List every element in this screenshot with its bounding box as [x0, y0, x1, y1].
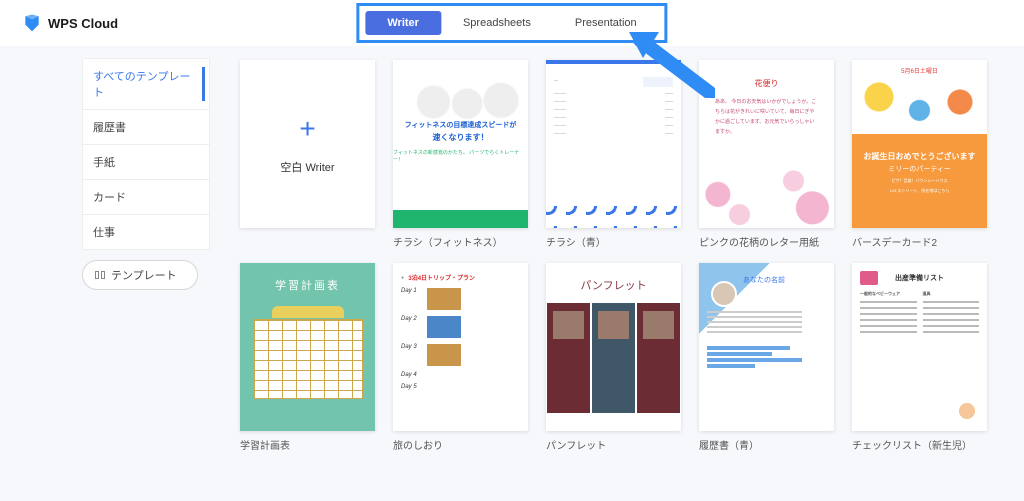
category-sidebar: すべてのテンプレート 履歴書 手紙 カード 仕事 テンプレート [0, 58, 210, 452]
template-caption: チラシ（青） [546, 228, 681, 249]
template-card-fitness: フィットネスの目標達成スピードが 速くなります！ フィットネスの新感覚のかたち。… [393, 60, 528, 249]
template-grid: + 空白 Writer フィットネスの目標達成スピードが 速くなります！ フィッ… [210, 58, 1024, 452]
thumb-text: 学習計画表 [275, 277, 340, 293]
doc-type-tabs: Writer Spreadsheets Presentation [356, 3, 667, 43]
template-thumb-blank[interactable]: + 空白 Writer [240, 60, 375, 228]
template-card-pinkletter: 花便り ああ、 今日のお天気はいかがでしょうか。こちらは花がきれいに咲いていて、… [699, 60, 834, 249]
thumb-text: パンフレット [580, 277, 646, 293]
brand-text: WPS Cloud [48, 16, 118, 31]
wps-logo-icon [22, 13, 42, 33]
app-header: WPS Cloud Writer Spreadsheets Presentati… [0, 0, 1024, 46]
template-thumb-checklist[interactable]: 出産準備リスト 一般的なベビーウェア 道具 [852, 263, 987, 431]
template-caption: 学習計画表 [240, 431, 375, 452]
brand: WPS Cloud [0, 13, 118, 33]
thumb-text: あなたの名前 [743, 275, 826, 285]
template-thumb-pamphlet[interactable]: パンフレット [546, 263, 681, 431]
sidebar-item-letter[interactable]: 手紙 [83, 145, 209, 180]
template-caption: 旅のしおり [393, 431, 528, 452]
template-thumb-travel[interactable]: ✈3泊4日トリップ・プラン Day 1 Day 2 Day 3 Day 4 Da… [393, 263, 528, 431]
sidebar-item-work[interactable]: 仕事 [83, 215, 209, 249]
template-caption: チラシ（フィットネス） [393, 228, 528, 249]
thumb-text: お誕生日おめでとうございます [864, 151, 976, 162]
template-card-studyplan: 学習計画表 学習計画表 [240, 263, 375, 452]
template-thumb-pinkletter[interactable]: 花便り ああ、 今日のお天気はいかがでしょうか。こちらは花がきれいに咲いていて、… [699, 60, 834, 228]
template-grid-icon [95, 271, 105, 279]
thumb-text: フィットネスの目標達成スピードが [405, 120, 517, 130]
sidebar-item-resume[interactable]: 履歴書 [83, 110, 209, 145]
thumb-text: 123 ストリート、所在地はこちら [890, 188, 950, 194]
thumb-text: ピザ！音楽！バウンシーハウス [892, 178, 948, 184]
template-caption: ピンクの花柄のレター用紙 [699, 228, 834, 249]
tab-spreadsheets[interactable]: Spreadsheets [441, 11, 553, 35]
template-caption: チェックリスト（新生児） [852, 431, 987, 452]
sidebar-item-card[interactable]: カード [83, 180, 209, 215]
plus-icon: + [299, 113, 315, 145]
template-card-checklist: 出産準備リスト 一般的なベビーウェア 道具 チェックリスト（新生児） [852, 263, 987, 452]
template-card-blank: + 空白 Writer [240, 60, 375, 249]
thumb-text: ミリーのパーティー [888, 164, 951, 174]
template-thumb-fitness[interactable]: フィットネスの目標達成スピードが 速くなります！ フィットネスの新感覚のかたち。… [393, 60, 528, 228]
template-button-label: テンプレート [111, 267, 177, 283]
annotation-arrow-icon [625, 28, 715, 101]
crib-icon [860, 271, 878, 285]
template-thumb-birthday[interactable]: 5月6日土曜日 お誕生日おめでとうございます ミリーのパーティー ピザ！音楽！バ… [852, 60, 987, 228]
template-card-resume-blue: あなたの名前 履歴書（青） [699, 263, 834, 452]
thumb-text: ああ、 今日のお天気はいかがでしょうか。こちらは花がきれいに咲いていて、毎日にぎ… [715, 97, 818, 137]
template-thumb-studyplan[interactable]: 学習計画表 [240, 263, 375, 431]
thumb-table [253, 319, 363, 399]
template-card-pamphlet: パンフレット パンフレット [546, 263, 681, 452]
template-card-birthday: 5月6日土曜日 お誕生日おめでとうございます ミリーのパーティー ピザ！音楽！バ… [852, 60, 987, 249]
template-caption: パンフレット [546, 431, 681, 452]
template-caption: バースデーカード2 [852, 228, 987, 249]
thumb-text: 5月6日土曜日 [901, 66, 938, 75]
template-button[interactable]: テンプレート [82, 260, 198, 290]
thumb-text: 3泊4日トリップ・プラン [408, 273, 475, 282]
template-card-travel: ✈3泊4日トリップ・プラン Day 1 Day 2 Day 3 Day 4 Da… [393, 263, 528, 452]
thumb-text: フィットネスの新感覚のかたち。 パーツでらくトレーナー！ [393, 149, 528, 163]
blank-label: 空白 Writer [280, 159, 334, 175]
template-thumb-resume-blue[interactable]: あなたの名前 [699, 263, 834, 431]
template-caption: 履歴書（青） [699, 431, 834, 452]
tab-writer[interactable]: Writer [365, 11, 441, 35]
avatar-icon [711, 281, 737, 307]
thumb-text: 花便り [715, 78, 818, 89]
thumb-text: 速くなります！ [433, 132, 489, 143]
baby-icon [953, 397, 981, 425]
sidebar-item-all[interactable]: すべてのテンプレート [83, 59, 209, 110]
